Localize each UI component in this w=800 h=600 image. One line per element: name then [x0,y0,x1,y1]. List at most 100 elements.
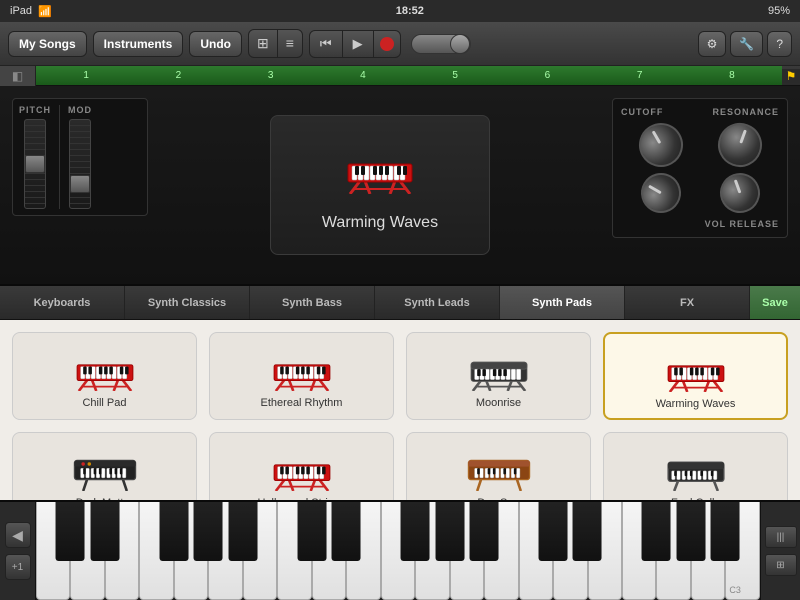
black-key-2[interactable] [90,502,119,561]
preset-icon-fuel-cells [661,443,731,491]
preset-grid-container: Chill Pad [0,320,800,500]
keyboard-layout-btn[interactable]: ||| [765,526,797,548]
preset-name-moonrise: Moonrise [476,397,521,409]
synth-center: Warming Waves [160,86,600,284]
synth-area: PITCH MOD [0,86,800,286]
ruler-mark-5: 5 [452,70,458,81]
preset-icon-day-spa [464,443,534,491]
my-songs-button[interactable]: My Songs [8,31,87,57]
preset-name-chill-pad: Chill Pad [82,397,126,409]
black-key-12[interactable] [573,502,602,561]
track-icon: ◧ [0,66,36,86]
black-key-3[interactable] [159,502,188,561]
cutoff-knob-2[interactable] [633,166,688,221]
black-key-7[interactable] [332,502,361,561]
view-toggle-group: ⊞ ≡ [248,29,303,58]
wifi-icon: 📶 [38,5,52,18]
tab-synth-leads[interactable]: Synth Leads [375,286,500,319]
knob-labels-top: CUTOFF RESONANCE [621,107,779,117]
instrument-icon [340,139,420,204]
black-key-13[interactable] [642,502,671,561]
knob-row-bottom [621,173,779,213]
tab-keyboards[interactable]: Keyboards [0,286,125,319]
preset-icon-chill-pad [70,343,140,391]
preset-moonrise[interactable]: Moonrise [406,332,591,420]
undo-button[interactable]: Undo [189,31,242,57]
ipad-label: iPad [10,5,32,17]
preset-icon-moonrise [464,343,534,391]
black-key-10[interactable] [470,502,499,561]
timeline-end-flag: ⚑ [782,69,800,83]
status-time: 18:52 [396,5,424,17]
instrument-name: Warming Waves [322,214,438,232]
knob-section: CUTOFF RESONANCE VOL RELEASE [612,98,788,238]
ruler-mark-4: 4 [360,70,366,81]
main-content: ◧ 1 2 3 4 5 6 7 8 ⚑ PITCH [0,66,800,600]
preset-ethereal-rhythm[interactable]: Ethereal Rhythm [209,332,394,420]
preset-warming-waves[interactable]: Warming Waves [603,332,788,420]
black-key-11[interactable] [538,502,567,561]
black-key-1[interactable] [56,502,85,561]
transport-controls: ⏮ ▶ [309,30,401,58]
cutoff-knob[interactable] [630,115,690,175]
black-key-14[interactable] [676,502,705,561]
knob-row-top [621,123,779,167]
pitch-fader-group: PITCH [19,105,51,209]
record-button[interactable] [380,37,394,51]
mod-fader-lines [70,120,90,208]
piano-sidebar-left: ◀ +1 [0,502,36,600]
black-key-15[interactable] [711,502,740,561]
tab-synth-pads[interactable]: Synth Pads [500,286,625,319]
tab-fx[interactable]: FX [625,286,750,319]
status-right: 95% [768,5,790,17]
wrench-icon[interactable]: 🔧 [730,31,763,57]
black-key-9[interactable] [435,502,464,561]
preset-dark-matter[interactable]: Dark Matter [12,432,197,500]
status-left: iPad 📶 [10,5,52,18]
instrument-display[interactable]: Warming Waves [270,115,490,255]
ruler-mark-2: 2 [176,70,182,81]
tab-synth-bass[interactable]: Synth Bass [250,286,375,319]
rewind-button[interactable]: ⏮ [310,31,343,57]
pitch-mod-section: PITCH MOD [12,98,148,216]
settings-icon[interactable]: ⚙ [698,31,727,57]
instruments-button[interactable]: Instruments [93,31,184,57]
help-button[interactable]: ? [767,31,792,57]
ruler-mark-6: 6 [545,70,551,81]
list-view-icon[interactable]: ≡ [278,30,302,57]
resonance-knob-2[interactable] [714,167,765,218]
toolbar: My Songs Instruments Undo ⊞ ≡ ⏮ ▶ ⚙ 🔧 ? [0,22,800,66]
piano-octave-up[interactable]: +1 [5,554,31,580]
piano-nav-left[interactable]: ◀ [5,522,31,548]
vol-release-label: VOL RELEASE [621,219,779,229]
preset-hollywood-strings[interactable]: Hollywood Strings [209,432,394,500]
black-key-4[interactable] [194,502,223,561]
tab-synth-classics[interactable]: Synth Classics [125,286,250,319]
preset-name-warming-waves: Warming Waves [656,398,736,410]
mod-thumb [70,175,90,193]
tab-save[interactable]: Save [750,286,800,319]
ruler-mark-1: 1 [83,70,89,81]
preset-icon-ethereal-rhythm [267,343,337,391]
mod-fader-group: MOD [68,105,92,209]
black-key-8[interactable] [401,502,430,561]
pitch-fader[interactable] [24,119,46,209]
play-button[interactable]: ▶ [343,31,374,57]
preset-day-spa[interactable]: Day Spa [406,432,591,500]
piano-keys[interactable]: C3 [36,502,760,600]
playhead-knob[interactable] [411,34,471,54]
grid-view-icon[interactable]: ⊞ [249,30,278,57]
playhead-dot [450,34,470,54]
preset-fuel-cells[interactable]: Fuel Cells [603,432,788,500]
black-key-6[interactable] [297,502,326,561]
mod-fader[interactable] [69,119,91,209]
resonance-knob[interactable] [711,117,767,173]
cutoff-label: CUTOFF [621,107,663,117]
timeline-ruler[interactable]: 1 2 3 4 5 6 7 8 [36,66,782,85]
keyboard-grid-btn[interactable]: ⊞ [765,554,797,576]
timeline: ◧ 1 2 3 4 5 6 7 8 ⚑ [0,66,800,86]
preset-chill-pad[interactable]: Chill Pad [12,332,197,420]
black-key-5[interactable] [228,502,257,561]
preset-grid: Chill Pad [12,332,788,500]
keyboard-on-stand-svg [340,139,420,194]
